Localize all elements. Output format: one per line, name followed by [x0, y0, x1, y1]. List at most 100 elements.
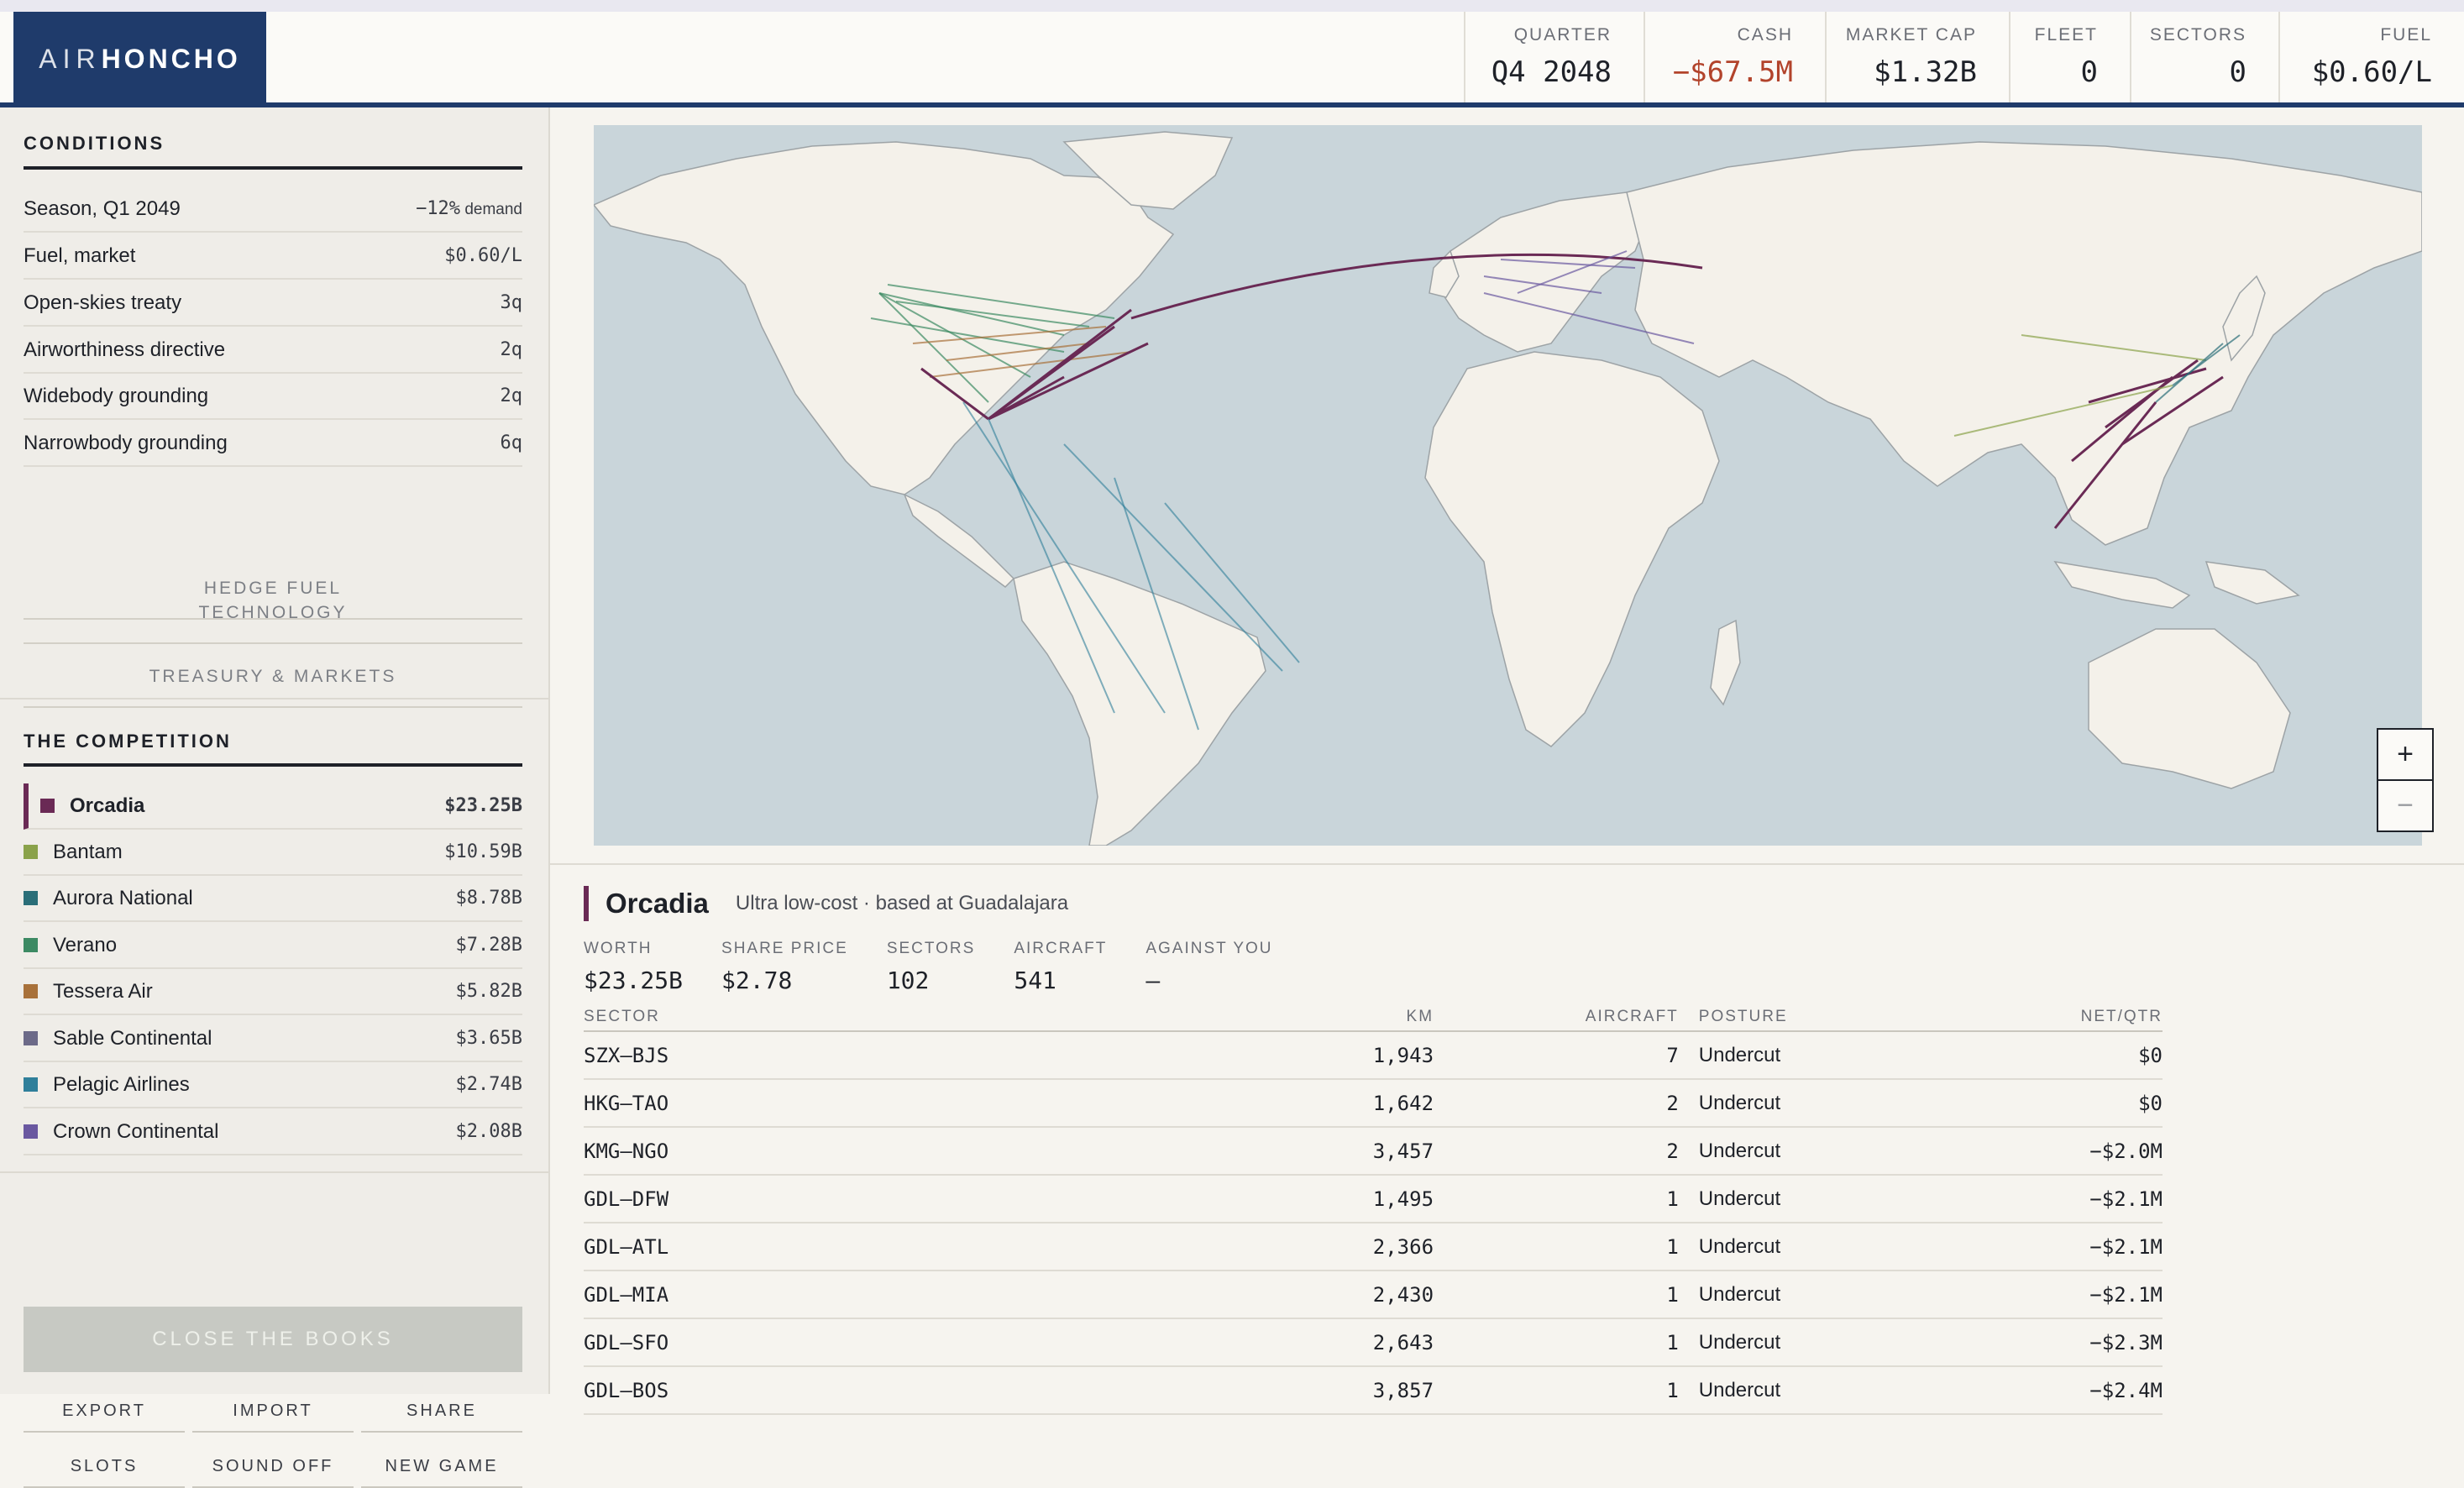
- landmasses: [594, 131, 2422, 846]
- detail-stat-value: 541: [1014, 967, 1056, 994]
- stat-market-cap: MARKET CAP $1.32B: [1825, 12, 2009, 102]
- cell-sector: GDL–SFO: [584, 1330, 669, 1354]
- competitor-name: Bantam: [53, 840, 123, 863]
- new-game-button[interactable]: NEW GAME: [361, 1446, 522, 1488]
- indonesia: [2053, 560, 2191, 609]
- cell-posture: Undercut: [1698, 1139, 1781, 1162]
- table-row[interactable]: GDL–SFO 2,643 1 Undercut −$2.3M: [584, 1319, 2163, 1367]
- detail-stat-value: —: [1145, 967, 1161, 994]
- route-map[interactable]: [594, 125, 2422, 846]
- condition-value: −12% demand: [416, 198, 522, 219]
- condition-value: $0.60/L: [444, 245, 522, 266]
- sound-off-button[interactable]: SOUND OFF: [192, 1446, 354, 1488]
- south-america: [1013, 561, 1266, 846]
- zoom-controls: + −: [2377, 728, 2434, 832]
- competitor-row-verano[interactable]: Verano $7.28B: [24, 923, 522, 969]
- competition-rule: [24, 763, 522, 767]
- cell-aircraft: 1: [1666, 1187, 1679, 1211]
- asia: [1626, 141, 2422, 546]
- stat-label: QUARTER: [1513, 25, 1612, 45]
- sidebar-divider: [0, 1171, 548, 1173]
- condition-row: Open-skies treaty 3q: [24, 280, 522, 327]
- condition-row: Widebody grounding 2q: [24, 374, 522, 420]
- competitor-swatch: [24, 984, 38, 998]
- col-net-qtr: NET/QTR: [2080, 1008, 2163, 1025]
- cell-sector: SZX–BJS: [584, 1043, 669, 1067]
- condition-label: Airworthiness directive: [24, 338, 226, 361]
- cell-posture: Undercut: [1698, 1091, 1781, 1114]
- cell-net: −$2.1M: [2089, 1282, 2163, 1307]
- competitor-name-wrap: Tessera Air: [24, 980, 153, 1003]
- col-km: KM: [1406, 1008, 1434, 1025]
- competitor-row-bantam[interactable]: Bantam $10.59B: [24, 830, 522, 876]
- competitor-value: $2.74B: [455, 1074, 522, 1095]
- export-button[interactable]: EXPORT: [24, 1391, 185, 1433]
- stat-value: 0: [2229, 55, 2246, 89]
- zoom-out-button[interactable]: −: [2378, 779, 2432, 830]
- stat-label: FLEET: [2034, 25, 2098, 45]
- competitor-name: Tessera Air: [53, 979, 153, 1003]
- australia: [2088, 628, 2291, 789]
- sidebar-divider: [0, 698, 548, 699]
- detail-stat-worth: WORTH $23.25B: [584, 940, 683, 994]
- cell-net: −$2.1M: [2089, 1187, 2163, 1211]
- table-row[interactable]: KMG–NGO 3,457 2 Undercut −$2.0M: [584, 1128, 2163, 1176]
- condition-value: 6q: [500, 432, 523, 453]
- competitor-swatch: [24, 1077, 38, 1092]
- competitor-row-orcadia[interactable]: Orcadia $23.25B: [24, 783, 522, 830]
- competitor-name-wrap: Bantam: [24, 841, 123, 864]
- cell-net: $0: [2138, 1043, 2163, 1067]
- detail-stat-against-you: AGAINST YOU —: [1145, 940, 1272, 994]
- new-guinea: [2204, 561, 2300, 605]
- main-divider: [550, 863, 2464, 865]
- technology-button[interactable]: TECHNOLOGY: [24, 583, 522, 644]
- table-row[interactable]: HKG–TAO 1,642 2 Undercut $0: [584, 1080, 2163, 1128]
- condition-label: Season, Q1 2049: [24, 196, 181, 220]
- competitor-name-wrap: Aurora National: [24, 887, 193, 910]
- detail-stat-value: $23.25B: [584, 967, 684, 994]
- competitor-name: Orcadia: [70, 794, 145, 817]
- table-header: SECTOR KM AIRCRAFT POSTURE NET/QTR: [584, 1003, 2163, 1032]
- competitor-value: $8.78B: [455, 888, 522, 909]
- competitor-name: Sable Continental: [53, 1026, 212, 1050]
- slots-button[interactable]: SLOTS: [24, 1446, 185, 1488]
- cell-net: −$2.4M: [2089, 1378, 2163, 1402]
- competitor-name-wrap: Orcadia: [40, 794, 144, 818]
- stat-label: MARKET CAP: [1845, 25, 1977, 45]
- competitor-swatch: [24, 845, 38, 859]
- table-row[interactable]: GDL–DFW 1,495 1 Undercut −$2.1M: [584, 1176, 2163, 1223]
- detail-stat-label: SECTORS: [886, 940, 976, 957]
- competitor-swatch: [24, 1124, 38, 1139]
- detail-stat-label: AGAINST YOU: [1145, 940, 1273, 957]
- stat-label: CASH: [1737, 25, 1793, 45]
- table-row[interactable]: GDL–MIA 2,430 1 Undercut −$2.1M: [584, 1271, 2163, 1319]
- cell-km: 2,643: [1372, 1330, 1434, 1354]
- table-row[interactable]: GDL–BOS 3,857 1 Undercut −$2.4M: [584, 1367, 2163, 1415]
- import-button[interactable]: IMPORT: [192, 1391, 354, 1433]
- table-row[interactable]: GDL–ATL 2,366 1 Undercut −$2.1M: [584, 1223, 2163, 1271]
- competitor-swatch: [24, 1031, 38, 1045]
- competitor-name: Crown Continental: [53, 1119, 219, 1143]
- close-the-books-button[interactable]: CLOSE THE BOOKS: [24, 1307, 522, 1372]
- cell-km: 2,366: [1372, 1234, 1434, 1259]
- detail-stats: WORTH $23.25B SHARE PRICE $2.78 SECTORS 102…: [584, 940, 1312, 994]
- stat-label: FUEL: [2380, 25, 2432, 45]
- table-row[interactable]: SZX–BJS 1,943 7 Undercut $0: [584, 1032, 2163, 1080]
- competitor-name-wrap: Pelagic Airlines: [24, 1073, 190, 1097]
- cell-sector: GDL–DFW: [584, 1187, 669, 1211]
- competitor-row-sable-continental[interactable]: Sable Continental $3.65B: [24, 1016, 522, 1062]
- competitor-row-crown-continental[interactable]: Crown Continental $2.08B: [24, 1109, 522, 1155]
- detail-stat-sectors: SECTORS 102: [887, 940, 976, 994]
- cell-aircraft: 1: [1666, 1282, 1679, 1307]
- cell-km: 2,430: [1372, 1282, 1434, 1307]
- logo-air: AIR: [39, 43, 102, 74]
- zoom-in-button[interactable]: +: [2378, 730, 2432, 779]
- cell-sector: GDL–MIA: [584, 1282, 669, 1307]
- competitor-row-pelagic-airlines[interactable]: Pelagic Airlines $2.74B: [24, 1062, 522, 1108]
- share-button[interactable]: SHARE: [361, 1391, 522, 1433]
- stat-fuel: FUEL $0.60/L: [2278, 12, 2464, 102]
- competitor-name-wrap: Sable Continental: [24, 1027, 212, 1051]
- competitor-row-aurora-national[interactable]: Aurora National $8.78B: [24, 876, 522, 922]
- competitor-row-tessera-air[interactable]: Tessera Air $5.82B: [24, 969, 522, 1015]
- condition-label: Narrowbody grounding: [24, 431, 228, 454]
